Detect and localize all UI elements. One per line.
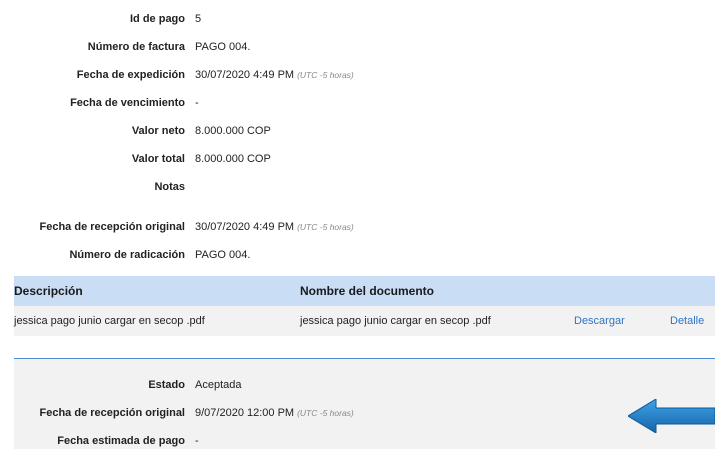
detail-label: Id de pago [130,13,185,25]
detail-value: 5 [195,13,202,25]
timezone-note: (UTC -5 horas) [297,408,354,418]
detail-value: PAGO 004. [195,41,251,53]
detail-label: Número de radicación [69,249,185,261]
detail-label: Valor total [131,153,185,165]
status-value: 9/07/2020 12:00 PM (UTC -5 horas) [195,407,354,419]
document-description: jessica pago junio cargar en secop .pdf [14,315,205,327]
documents-table-header: Descripción Nombre del documento [14,276,715,306]
status-row-estimated-payment-date: Fecha estimada de pago - [0,433,715,449]
detail-value: 8.000.000 COP [195,153,271,165]
detail-row-filing-number: Número de radicación PAGO 004. [0,247,715,263]
document-name: jessica pago junio cargar en secop .pdf [300,315,491,327]
table-row: jessica pago junio cargar en secop .pdf … [14,306,715,336]
status-row-state: Estado Aceptada [0,377,715,393]
detail-row-original-reception-date: Fecha de recepción original 30/07/2020 4… [0,219,715,235]
detail-label: Fecha de recepción original [39,221,186,233]
status-label: Estado [148,379,185,391]
detail-label: Número de factura [87,41,185,53]
detail-value: - [195,97,199,109]
detail-value: PAGO 004. [195,249,251,261]
detail-row-notes: Notas [0,179,715,195]
column-header-document-name: Nombre del documento [300,284,435,298]
detail-label: Valor neto [131,125,185,137]
timezone-note: (UTC -5 horas) [297,222,354,232]
download-link[interactable]: Descargar [574,306,625,336]
detail-row-payment-id: Id de pago 5 [0,11,715,27]
detail-row-issue-date: Fecha de expedición 30/07/2020 4:49 PM (U… [0,67,715,83]
status-row-original-reception-date: Fecha de recepción original 9/07/2020 12… [0,405,715,421]
detail-label: Notas [154,181,185,193]
detail-value: 8.000.000 COP [195,125,271,137]
detail-value: 30/07/2020 4:49 PM (UTC -5 horas) [195,221,354,233]
detail-row-total-value: Valor total 8.000.000 COP [0,151,715,167]
timezone-note: (UTC -5 horas) [297,70,354,80]
detail-label: Fecha de vencimiento [70,97,185,109]
detail-label: Fecha de expedición [76,69,185,81]
status-label: Fecha de recepción original [39,407,186,419]
left-arrow-icon [628,399,715,433]
detail-value: 30/07/2020 4:49 PM (UTC -5 horas) [195,69,354,81]
status-value: Aceptada [195,379,242,391]
status-label: Fecha estimada de pago [57,435,185,447]
detail-link[interactable]: Detalle [670,306,704,336]
detail-row-net-value: Valor neto 8.000.000 COP [0,123,715,139]
column-header-description: Descripción [14,284,83,298]
detail-row-invoice-number: Número de factura PAGO 004. [0,39,715,55]
detail-row-due-date: Fecha de vencimiento - [0,95,715,111]
status-value: - [195,435,199,447]
